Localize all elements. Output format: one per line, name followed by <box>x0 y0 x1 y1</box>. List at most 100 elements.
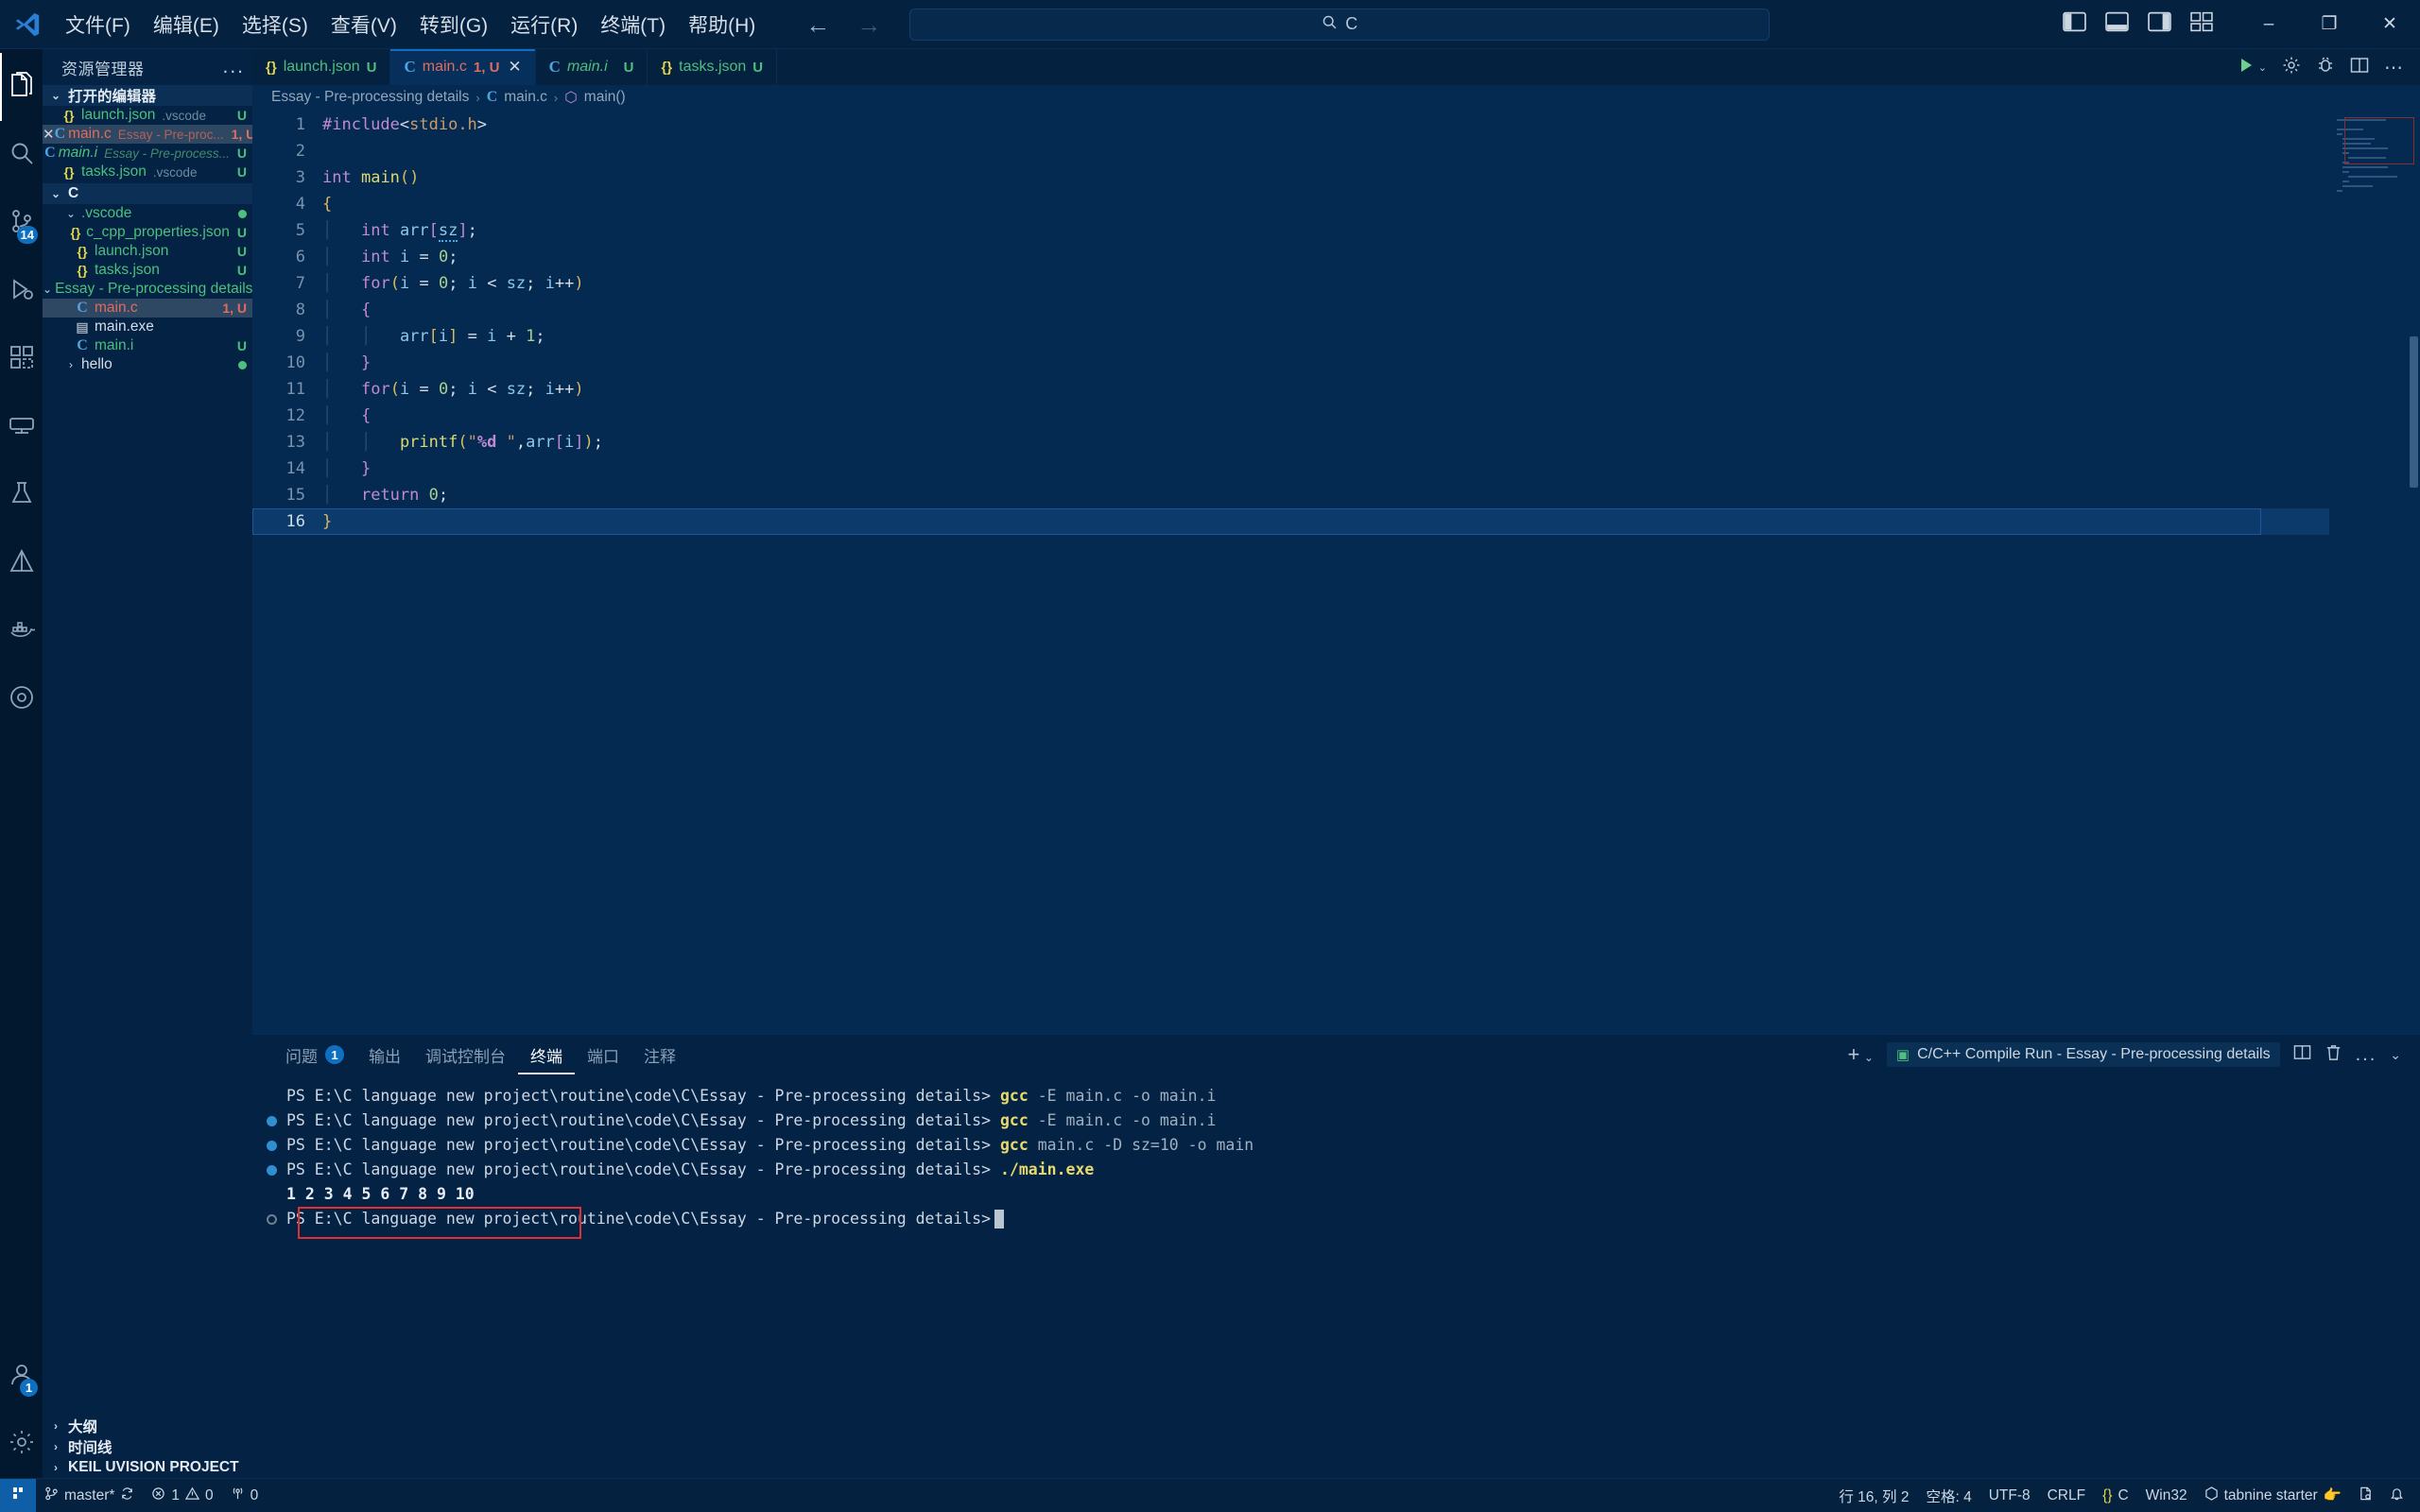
activity-circle-tool[interactable] <box>0 665 43 733</box>
menu-go[interactable]: 转到(G) <box>409 6 498 43</box>
list-item[interactable]: {} tasks.json .vscode U <box>43 163 252 181</box>
chevron-down-icon[interactable]: ⌄ <box>1864 1051 1874 1064</box>
tree-item-hello-folder[interactable]: › hello <box>43 355 252 374</box>
activity-source-control[interactable]: 14 <box>0 189 43 257</box>
platform-indicator[interactable]: Win32 <box>2137 1479 2196 1512</box>
feedback-button[interactable] <box>2350 1479 2381 1512</box>
menu-run[interactable]: 运行(R) <box>500 6 588 43</box>
encoding-indicator[interactable]: UTF-8 <box>1980 1479 2039 1512</box>
command-center-search[interactable]: C <box>909 8 1771 41</box>
tab-launch-json[interactable]: {} launch.json U <box>252 49 391 85</box>
tab-tasks-json[interactable]: {} tasks.json U <box>648 49 778 85</box>
new-terminal-group[interactable]: + ⌄ <box>1848 1042 1874 1067</box>
close-button[interactable]: ✕ <box>2360 0 2420 49</box>
sidebar-more-actions[interactable]: ... <box>222 56 245 78</box>
code-editor[interactable]: 1 #include<stdio.h> 2 3 int main() 4 {5… <box>252 110 2420 1034</box>
menu-help[interactable]: 帮助(H) <box>678 6 766 43</box>
section-open-editors[interactable]: ⌄ 打开的编辑器 <box>43 85 252 106</box>
tree-item-essay-folder[interactable]: ⌄ Essay - Pre-processing details <box>43 280 252 299</box>
maximize-button[interactable]: ❐ <box>2299 0 2360 49</box>
activity-settings[interactable] <box>0 1410 43 1478</box>
git-branch[interactable]: master* <box>36 1479 143 1512</box>
minimize-button[interactable]: – <box>2238 0 2299 49</box>
problems-status[interactable]: 1 0 <box>143 1479 221 1512</box>
forward-arrow-icon[interactable]: → <box>849 10 889 39</box>
editor-more-actions[interactable]: ⋯ <box>2384 56 2405 79</box>
debug-alt-icon[interactable] <box>2316 56 2335 79</box>
run-icon[interactable] <box>2237 56 2256 79</box>
split-terminal-icon[interactable] <box>2293 1043 2311 1066</box>
sync-icon[interactable] <box>120 1486 134 1505</box>
editor-scrollbar[interactable] <box>2407 110 2420 1034</box>
split-editor-icon[interactable] <box>2350 56 2369 79</box>
activity-run-debug[interactable] <box>0 257 43 325</box>
panel-tab-debug-console[interactable]: 调试控制台 <box>413 1035 518 1074</box>
eol-indicator[interactable]: CRLF <box>2039 1479 2094 1512</box>
panel-tab-output[interactable]: 输出 <box>356 1035 413 1074</box>
activity-extensions[interactable] <box>0 325 43 393</box>
tree-item-file[interactable]: {} tasks.json U <box>43 261 252 280</box>
code-line: 8 │ { <box>252 297 2329 323</box>
section-workspace[interactable]: ⌄ C <box>43 183 252 204</box>
scrollbar-thumb[interactable] <box>2410 336 2418 488</box>
trash-icon[interactable] <box>2325 1043 2342 1066</box>
menu-selection[interactable]: 选择(S) <box>232 6 319 43</box>
language-mode-indicator[interactable]: {} C <box>2094 1479 2137 1512</box>
list-item[interactable]: {} launch.json .vscode U <box>43 106 252 125</box>
tree-item-file[interactable]: C main.c 1, U <box>43 299 252 318</box>
menu-edit[interactable]: 编辑(E) <box>143 6 230 43</box>
panel-more-actions[interactable]: ... <box>2356 1044 2377 1066</box>
activity-test[interactable] <box>0 461 43 529</box>
panel-tab-terminal[interactable]: 终端 <box>518 1035 575 1074</box>
remote-indicator[interactable] <box>0 1478 36 1512</box>
plus-icon[interactable]: + <box>1848 1042 1860 1066</box>
list-item[interactable]: ✕ C main.c Essay - Pre-proc... 1, U <box>43 125 252 144</box>
settings-gear-icon[interactable] <box>2282 56 2301 79</box>
tree-item-file[interactable]: C main.i U <box>43 336 252 355</box>
close-icon[interactable]: ✕ <box>508 58 521 77</box>
list-item[interactable]: C main.i Essay - Pre-process... U <box>43 144 252 163</box>
activity-docker[interactable] <box>0 597 43 665</box>
panel-tab-comments[interactable]: 注释 <box>631 1035 688 1074</box>
activity-explorer[interactable] <box>0 53 43 121</box>
line-column-indicator[interactable]: 行 16, 列 2 <box>1830 1479 1917 1512</box>
tree-item-file[interactable]: {} launch.json U <box>43 242 252 261</box>
activity-cmake[interactable] <box>0 529 43 597</box>
tree-item-file[interactable]: {} c_cpp_properties.json U <box>43 223 252 242</box>
panel-tab-ports[interactable]: 端口 <box>575 1035 631 1074</box>
tab-main-i[interactable]: C main.i U <box>535 49 648 85</box>
tabnine-indicator[interactable]: tabnine starter 👉 <box>2196 1479 2350 1512</box>
activity-search[interactable] <box>0 121 43 189</box>
run-button-group[interactable]: ⌄ <box>2237 56 2267 79</box>
breadcrumb-file[interactable]: main.c <box>504 89 547 106</box>
tab-main-c[interactable]: C main.c 1, U ✕ <box>390 49 536 85</box>
tree-item-vscode-folder[interactable]: ⌄ .vscode <box>43 204 252 223</box>
indentation-indicator[interactable]: 空格: 4 <box>1917 1479 1979 1512</box>
customize-layout-icon[interactable] <box>2190 11 2214 37</box>
terminal-selector[interactable]: ▣ C/C++ Compile Run - Essay - Pre-proces… <box>1886 1042 2280 1067</box>
ports-status[interactable]: 0 <box>222 1479 268 1512</box>
notifications-button[interactable] <box>2381 1479 2412 1512</box>
panel-tab-problems[interactable]: 问题 1 <box>273 1035 356 1074</box>
back-arrow-icon[interactable]: ← <box>798 10 838 39</box>
minimap-slider[interactable] <box>2344 117 2414 164</box>
toggle-primary-sidebar-icon[interactable] <box>2063 11 2086 37</box>
breadcrumb-folder[interactable]: Essay - Pre-processing details <box>271 89 469 106</box>
toggle-secondary-sidebar-icon[interactable] <box>2148 11 2171 37</box>
json-icon: {} <box>70 225 81 240</box>
toggle-panel-icon[interactable] <box>2105 11 2129 37</box>
chevron-down-icon[interactable]: ⌄ <box>2258 61 2267 74</box>
section-timeline[interactable]: › 时间线 <box>43 1436 252 1457</box>
activity-remote-explorer[interactable] <box>0 393 43 461</box>
terminal-output[interactable]: PS E:\C language new project\routine\cod… <box>252 1074 2420 1478</box>
section-outline[interactable]: › 大纲 <box>43 1416 252 1436</box>
activity-accounts[interactable]: 1 <box>0 1342 43 1410</box>
menu-terminal[interactable]: 终端(T) <box>590 6 676 43</box>
breadcrumb-symbol[interactable]: main() <box>584 89 626 106</box>
close-icon[interactable]: ✕ <box>43 126 55 143</box>
menu-file[interactable]: 文件(F) <box>55 6 141 43</box>
section-keil-uvision[interactable]: › KEIL UVISION PROJECT <box>43 1457 252 1478</box>
menu-view[interactable]: 查看(V) <box>320 6 407 43</box>
chevron-down-icon[interactable]: ⌄ <box>2390 1047 2401 1063</box>
tree-item-file[interactable]: ▤ main.exe <box>43 318 252 336</box>
